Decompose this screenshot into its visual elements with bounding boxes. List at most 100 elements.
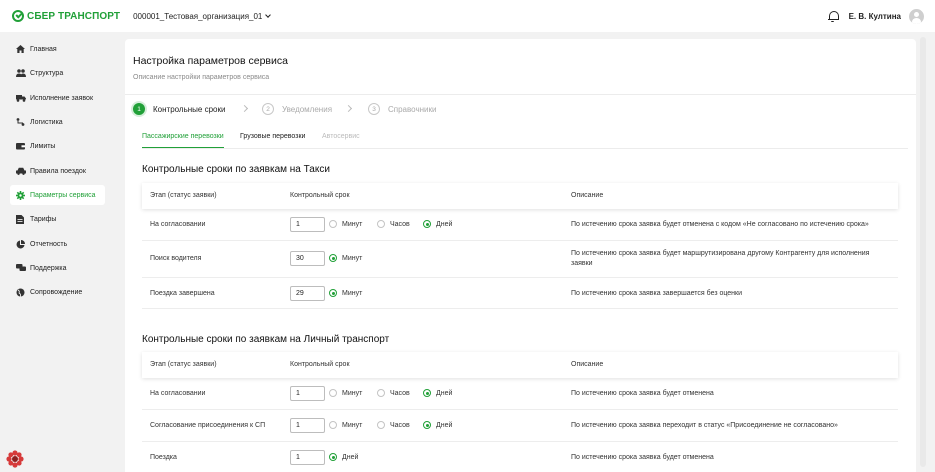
sidebar-item-limits[interactable]: Лимиты bbox=[10, 136, 105, 156]
sidebar-item-logistics[interactable]: Логистика bbox=[10, 112, 105, 132]
radio-circle bbox=[377, 389, 385, 397]
column-description: Описание bbox=[571, 361, 604, 368]
table-row: Поиск водителя 30 Минут По истечению сро… bbox=[142, 241, 898, 278]
unit-radio-days[interactable]: Дней bbox=[423, 421, 452, 429]
page-scrollbar[interactable] bbox=[920, 37, 926, 467]
sidebar-item-structure[interactable]: Структура bbox=[10, 63, 105, 83]
document-icon bbox=[16, 215, 25, 224]
column-stage: Этап (статус заявки) bbox=[150, 361, 217, 368]
sidebar-item-label: Логистика bbox=[30, 118, 63, 126]
column-deadline: Контрольный срок bbox=[290, 361, 350, 368]
chevron-right-icon bbox=[240, 104, 249, 113]
top-bar: СБЕР ТРАНСПОРТ 000001_Тестовая_организац… bbox=[0, 0, 935, 32]
step-number: 1 bbox=[133, 103, 145, 115]
stage-cell: На согласовании bbox=[150, 221, 206, 228]
organization-selector[interactable]: 000001_Тестовая_организация_01 bbox=[133, 11, 272, 21]
radio-label: Часов bbox=[390, 389, 410, 397]
stage-cell: Поездка bbox=[150, 454, 177, 461]
description-cell: По истечению срока заявка будет отменена bbox=[571, 454, 714, 461]
globe-icon bbox=[16, 288, 25, 297]
sber-logo-icon bbox=[12, 10, 24, 22]
radio-label: Дней bbox=[436, 220, 453, 228]
stage-cell: Согласование присоединения к СП bbox=[150, 422, 266, 429]
table-row: Согласование присоединения к СП 1 Минут … bbox=[142, 410, 898, 442]
sidebar-item-home[interactable]: Главная bbox=[10, 39, 105, 59]
radio-circle bbox=[377, 421, 385, 429]
radio-circle bbox=[377, 220, 385, 228]
unit-radio-minutes[interactable]: Минут bbox=[329, 421, 362, 429]
radio-label: Минут bbox=[342, 389, 363, 397]
deadline-input[interactable]: 1 bbox=[290, 450, 325, 465]
radio-circle bbox=[423, 421, 431, 429]
avatar[interactable] bbox=[909, 8, 924, 24]
car-icon bbox=[16, 167, 26, 175]
unit-radio-minutes[interactable]: Минут bbox=[329, 389, 362, 397]
radio-circle bbox=[423, 389, 431, 397]
brand-logo[interactable]: СБЕР ТРАНСПОРТ bbox=[12, 10, 120, 22]
sidebar-item-reports[interactable]: Отчетность bbox=[10, 234, 105, 254]
sidebar-item-tariffs[interactable]: Тарифы bbox=[10, 209, 105, 229]
table-header: Этап (статус заявки) Контрольный срок Оп… bbox=[142, 352, 898, 378]
route-icon bbox=[16, 118, 25, 126]
unit-radio-hours[interactable]: Часов bbox=[377, 220, 410, 228]
organization-name: 000001_Тестовая_организация_01 bbox=[133, 11, 263, 21]
unit-radio-minutes[interactable]: Минут bbox=[329, 254, 362, 262]
sidebar-item-label: Правила поездок bbox=[30, 167, 86, 175]
table-row: На согласовании 1 Минут Часов Дней По ис… bbox=[142, 378, 898, 410]
radio-circle bbox=[329, 220, 337, 228]
notification-bell-icon[interactable] bbox=[827, 10, 839, 22]
sidebar-item-orders[interactable]: Исполнение заявок bbox=[10, 88, 105, 108]
unit-radio-days[interactable]: Дней bbox=[423, 220, 452, 228]
tab-passenger[interactable]: Пассажирские перевозки bbox=[142, 133, 224, 148]
sidebar-item-support[interactable]: Поддержка bbox=[10, 258, 105, 278]
stage-cell: На согласовании bbox=[150, 390, 206, 397]
assistant-flower-icon[interactable] bbox=[6, 450, 24, 468]
truck-icon bbox=[16, 94, 26, 102]
page-title: Настройка параметров сервиса bbox=[133, 55, 288, 67]
stage-cell: Поиск водителя bbox=[150, 255, 202, 262]
radio-circle bbox=[329, 421, 337, 429]
radio-circle bbox=[329, 254, 337, 262]
column-deadline: Контрольный срок bbox=[290, 192, 350, 199]
description-cell: По истечению срока заявка переходит в ст… bbox=[571, 422, 838, 429]
deadline-input[interactable]: 29 bbox=[290, 286, 325, 301]
unit-radio-days[interactable]: Дней bbox=[423, 389, 452, 397]
tab-cargo[interactable]: Грузовые перевозки bbox=[240, 133, 305, 148]
radio-label: Дней bbox=[436, 389, 453, 397]
radio-label: Часов bbox=[390, 421, 410, 429]
deadline-input[interactable]: 30 bbox=[290, 251, 325, 266]
step-3[interactable]: 3 Справочники bbox=[368, 103, 436, 115]
deadline-input[interactable]: 1 bbox=[290, 418, 325, 433]
step-number: 2 bbox=[262, 103, 274, 115]
step-2[interactable]: 2 Уведомления bbox=[262, 103, 332, 115]
unit-radio-hours[interactable]: Часов bbox=[377, 421, 410, 429]
divider bbox=[125, 94, 916, 95]
radio-circle bbox=[423, 220, 431, 228]
sidebar-item-trip-rules[interactable]: Правила поездок bbox=[10, 161, 105, 181]
description-cell: По истечению срока заявка завершается бе… bbox=[571, 290, 743, 297]
sidebar-item-label: Главная bbox=[30, 45, 57, 53]
sidebar-item-escort[interactable]: Сопровождение bbox=[10, 282, 105, 302]
home-icon bbox=[16, 45, 25, 53]
unit-radio-days[interactable]: Дней bbox=[329, 453, 358, 461]
deadline-input[interactable]: 1 bbox=[290, 217, 325, 232]
unit-radio-hours[interactable]: Часов bbox=[377, 389, 410, 397]
sidebar-item-label: Отчетность bbox=[30, 240, 68, 248]
table-row: Поездка 1 Дней По истечению срока заявка… bbox=[142, 442, 898, 472]
sidebar: Главная Структура Исполнение заявок Логи… bbox=[0, 32, 116, 472]
description-cell: По истечению срока заявка будет отменена… bbox=[571, 221, 869, 228]
unit-radio-minutes[interactable]: Минут bbox=[329, 220, 362, 228]
user-name[interactable]: Е. В. Култина bbox=[849, 12, 901, 21]
wallet-icon bbox=[16, 142, 25, 150]
users-icon bbox=[16, 69, 26, 77]
section-title-taxi: Контрольные сроки по заявкам на Такси bbox=[142, 164, 330, 175]
radio-label: Дней bbox=[436, 421, 453, 429]
radio-circle bbox=[329, 453, 337, 461]
unit-radio-minutes[interactable]: Минут bbox=[329, 289, 362, 297]
chat-icon bbox=[16, 264, 26, 272]
radio-label: Минут bbox=[342, 421, 363, 429]
brand-name: СБЕР ТРАНСПОРТ bbox=[27, 10, 121, 22]
deadline-input[interactable]: 1 bbox=[290, 386, 325, 401]
sidebar-item-service-parameters[interactable]: Параметры сервиса bbox=[10, 185, 105, 205]
step-1[interactable]: 1 Контрольные сроки bbox=[133, 103, 225, 115]
